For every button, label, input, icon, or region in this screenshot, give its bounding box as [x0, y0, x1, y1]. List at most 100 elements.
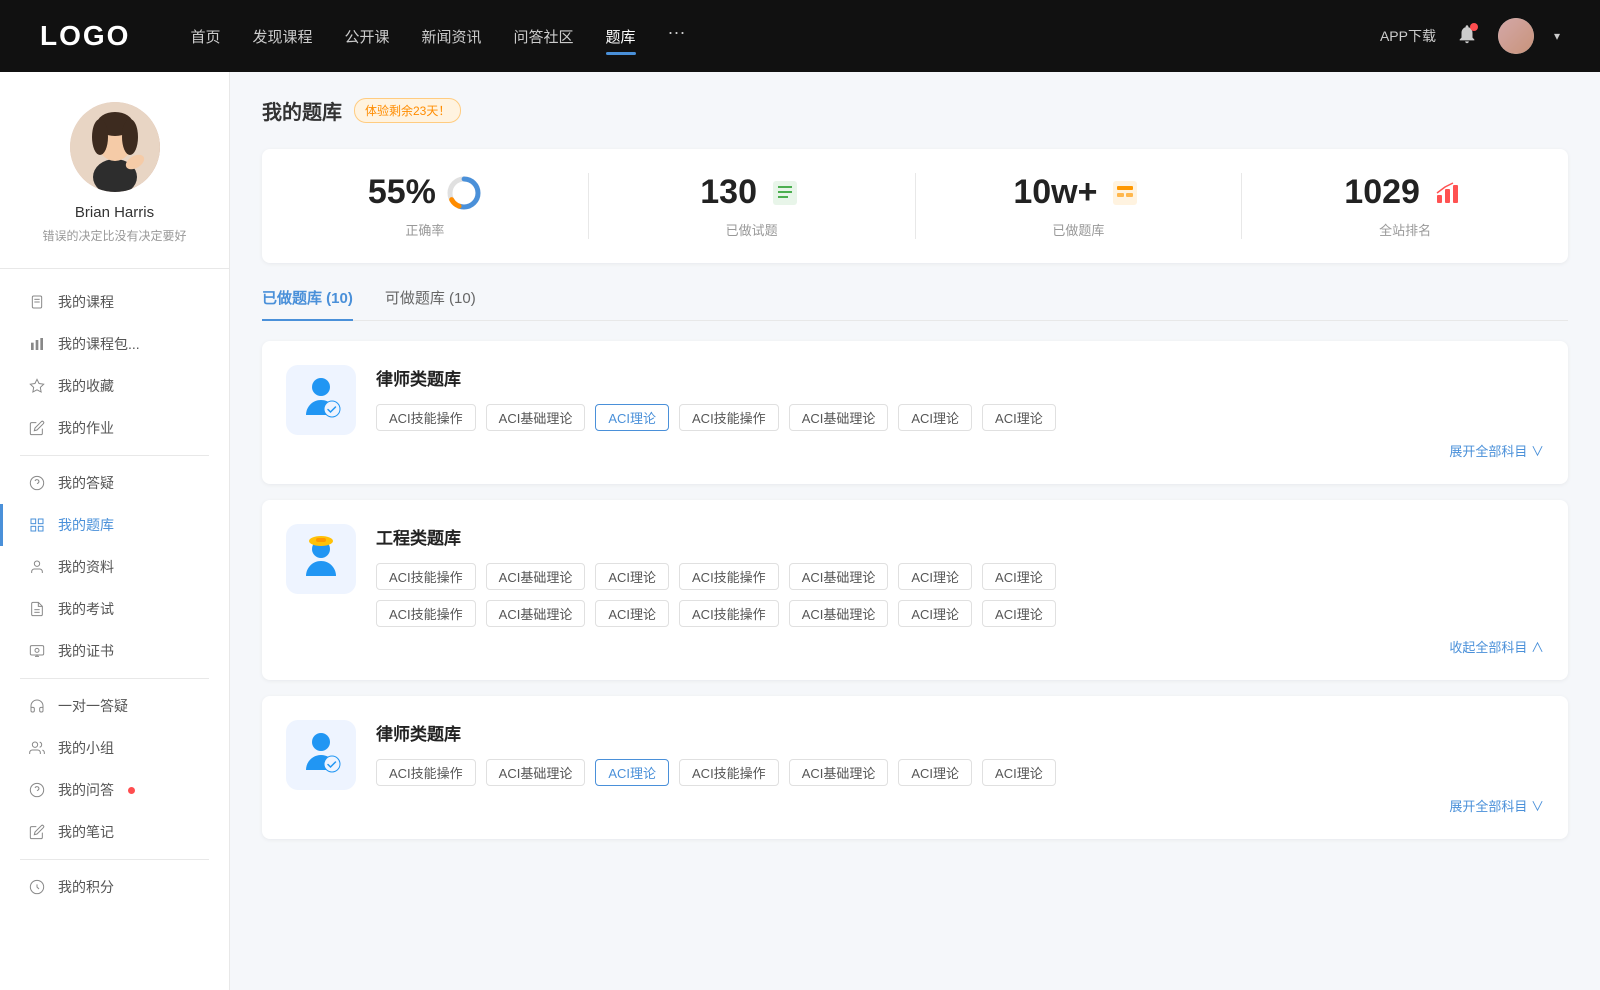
page-header: 我的题库 体验剩余23天！ [262, 96, 1568, 125]
tag-3[interactable]: ACI技能操作 [679, 404, 779, 431]
app-download-link[interactable]: APP下载 [1380, 26, 1436, 46]
cert-icon [28, 642, 46, 660]
doc-icon [28, 600, 46, 618]
donut-icon [446, 175, 482, 211]
qbank-tags-engineer-row2: ACI技能操作 ACI基础理论 ACI理论 ACI技能操作 ACI基础理论 AC… [376, 600, 1544, 627]
eng-tag-13[interactable]: ACI理论 [982, 600, 1056, 627]
tab-available[interactable]: 可做题库 (10) [385, 287, 476, 320]
law2-tag-6[interactable]: ACI理论 [982, 759, 1056, 786]
nav-right: APP下载 ▾ [1380, 18, 1560, 54]
sidebar-item-my-course[interactable]: 我的课程 [0, 281, 229, 323]
eng-tag-5[interactable]: ACI理论 [898, 563, 972, 590]
law2-tag-4[interactable]: ACI基础理论 [789, 759, 889, 786]
tag-2[interactable]: ACI理论 [595, 404, 669, 431]
eng-tag-2[interactable]: ACI理论 [595, 563, 669, 590]
eng-tag-3[interactable]: ACI技能操作 [679, 563, 779, 590]
stat-rank-top: 1029 [1344, 173, 1466, 212]
page-title: 我的题库 [262, 96, 342, 125]
main-layout: Brian Harris 错误的决定比没有决定要好 我的课程 我的课程包... [0, 72, 1600, 990]
qbank-icon-lawyer [286, 365, 356, 435]
sidebar-item-profile[interactable]: 我的资料 [0, 546, 229, 588]
avatar [70, 102, 160, 192]
logo[interactable]: LOGO [40, 20, 130, 52]
list-icon [767, 175, 803, 211]
tag-4[interactable]: ACI基础理论 [789, 404, 889, 431]
law2-tag-2[interactable]: ACI理论 [595, 759, 669, 786]
sidebar-item-qbank[interactable]: 我的题库 [0, 504, 229, 546]
stat-qbanks-done-top: 10w+ [1013, 173, 1143, 212]
stat-accuracy-label: 正确率 [405, 220, 444, 239]
star-icon [28, 377, 46, 395]
stat-rank: 1029 全站排名 [1242, 173, 1568, 239]
eng-tag-9[interactable]: ACI理论 [595, 600, 669, 627]
law2-tag-0[interactable]: ACI技能操作 [376, 759, 476, 786]
notification-dot [128, 787, 135, 794]
qbank-icon-lawyer-2 [286, 720, 356, 790]
nav-qa[interactable]: 问答社区 [514, 22, 574, 51]
stat-questions-done-label: 已做试题 [726, 220, 778, 239]
sidebar-item-exam[interactable]: 我的考试 [0, 588, 229, 630]
eng-tag-0[interactable]: ACI技能操作 [376, 563, 476, 590]
eng-tag-10[interactable]: ACI技能操作 [679, 600, 779, 627]
nav-more[interactable]: ··· [668, 22, 686, 51]
qbank-header-engineer: 工程类题库 ACI技能操作 ACI基础理论 ACI理论 ACI技能操作 ACI基… [286, 524, 1544, 656]
sidebar-item-certificate[interactable]: 我的证书 [0, 630, 229, 672]
qbank-card-lawyer-1: 律师类题库 ACI技能操作 ACI基础理论 ACI理论 ACI技能操作 ACI基… [262, 341, 1568, 484]
eng-tag-11[interactable]: ACI基础理论 [789, 600, 889, 627]
notification-bell[interactable] [1456, 23, 1478, 50]
qbank-tags-engineer-row1: ACI技能操作 ACI基础理论 ACI理论 ACI技能操作 ACI基础理论 AC… [376, 563, 1544, 590]
stat-rank-label: 全站排名 [1379, 220, 1431, 239]
avatar-chevron-icon[interactable]: ▾ [1554, 29, 1560, 43]
qna-icon [28, 781, 46, 799]
sidebar-item-qna[interactable]: 我的问答 [0, 769, 229, 811]
eng-tag-6[interactable]: ACI理论 [982, 563, 1056, 590]
qbank-icon-engineer [286, 524, 356, 594]
tag-5[interactable]: ACI理论 [898, 404, 972, 431]
sidebar-item-group[interactable]: 我的小组 [0, 727, 229, 769]
tab-done[interactable]: 已做题库 (10) [262, 287, 353, 320]
stat-questions-done: 130 已做试题 [589, 173, 916, 239]
sidebar-item-qa[interactable]: 我的答疑 [0, 462, 229, 504]
note-icon [28, 823, 46, 841]
law2-tag-1[interactable]: ACI基础理论 [486, 759, 586, 786]
nav-news[interactable]: 新闻资讯 [422, 22, 482, 51]
sidebar-item-points[interactable]: 我的积分 [0, 866, 229, 908]
eng-tag-8[interactable]: ACI基础理论 [486, 600, 586, 627]
expand-button-lawyer-2[interactable]: 展开全部科目 ∨ [376, 796, 1544, 815]
qbank-card-engineer: 工程类题库 ACI技能操作 ACI基础理论 ACI理论 ACI技能操作 ACI基… [262, 500, 1568, 680]
sidebar-item-notes[interactable]: 我的笔记 [0, 811, 229, 853]
user-avatar[interactable] [1498, 18, 1534, 54]
user-icon [28, 558, 46, 576]
eng-tag-4[interactable]: ACI基础理论 [789, 563, 889, 590]
qbank-header-lawyer-1: 律师类题库 ACI技能操作 ACI基础理论 ACI理论 ACI技能操作 ACI基… [286, 365, 1544, 460]
expand-button-engineer[interactable]: 收起全部科目 ∧ [376, 637, 1544, 656]
eng-tag-1[interactable]: ACI基础理论 [486, 563, 586, 590]
tag-1[interactable]: ACI基础理论 [486, 404, 586, 431]
law2-tag-3[interactable]: ACI技能操作 [679, 759, 779, 786]
main-content: 我的题库 体验剩余23天！ 55% 正确率 [230, 72, 1600, 990]
stat-accuracy-top: 55% [368, 173, 482, 212]
sidebar-item-homework[interactable]: 我的作业 [0, 407, 229, 449]
nav-home[interactable]: 首页 [190, 22, 220, 51]
eng-tag-12[interactable]: ACI理论 [898, 600, 972, 627]
top-navigation: LOGO 首页 发现课程 公开课 新闻资讯 问答社区 题库 ··· APP下载 … [0, 0, 1600, 72]
qbank-info-lawyer-2: 律师类题库 ACI技能操作 ACI基础理论 ACI理论 ACI技能操作 ACI基… [376, 720, 1544, 815]
nav-qbank[interactable]: 题库 [606, 22, 636, 51]
sidebar-item-1v1[interactable]: 一对一答疑 [0, 685, 229, 727]
tag-6[interactable]: ACI理论 [982, 404, 1056, 431]
tag-0[interactable]: ACI技能操作 [376, 404, 476, 431]
expand-button-lawyer-1[interactable]: 展开全部科目 ∨ [376, 441, 1544, 460]
nav-open-course[interactable]: 公开课 [344, 22, 389, 51]
tabs-row: 已做题库 (10) 可做题库 (10) [262, 287, 1568, 321]
stat-questions-done-top: 130 [700, 173, 803, 212]
law2-tag-5[interactable]: ACI理论 [898, 759, 972, 786]
sidebar-item-favorites[interactable]: 我的收藏 [0, 365, 229, 407]
eng-tag-7[interactable]: ACI技能操作 [376, 600, 476, 627]
stat-qbanks-done: 10w+ 已做题库 [916, 173, 1243, 239]
qbank-title-engineer: 工程类题库 [376, 524, 1544, 549]
sidebar-item-course-pack[interactable]: 我的课程包... [0, 323, 229, 365]
edit-icon [28, 419, 46, 437]
nav-discover[interactable]: 发现课程 [252, 22, 312, 51]
sidebar-menu: 我的课程 我的课程包... 我的收藏 我的作业 [0, 281, 229, 908]
stat-qbanks-done-value: 10w+ [1013, 173, 1097, 212]
